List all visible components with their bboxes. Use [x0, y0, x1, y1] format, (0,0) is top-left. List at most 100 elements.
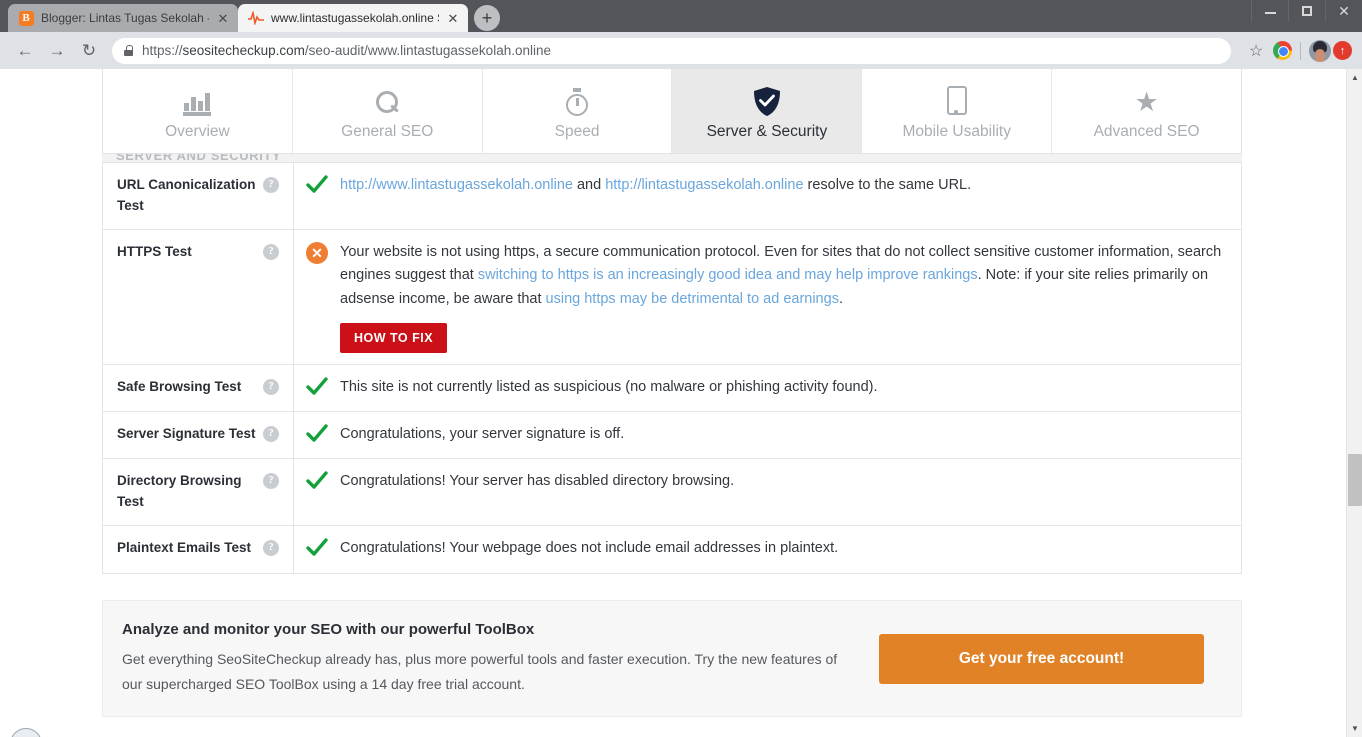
new-tab-button[interactable]: +	[474, 5, 500, 31]
back-icon[interactable]: ←	[10, 36, 40, 66]
test-message: Congratulations, your server signature i…	[340, 423, 624, 447]
test-name-cell: Safe Browsing Test ?	[103, 365, 294, 411]
test-name-label: Safe Browsing Test	[117, 377, 241, 398]
test-message: http://www.lintastugassekolah.online and…	[340, 174, 971, 198]
tab-speed-label: Speed	[555, 123, 600, 141]
test-name-label: Plaintext Emails Test	[117, 538, 251, 559]
bar-chart-icon	[182, 86, 212, 116]
close-icon[interactable]: ✕	[446, 11, 460, 25]
test-message: This site is not currently listed as sus…	[340, 376, 878, 400]
tab-server-security[interactable]: Server & Security	[672, 69, 862, 153]
promo-text-block: Analyze and monitor your SEO with our po…	[122, 621, 855, 696]
table-row: URL Canonicalization Test ? http://www.l…	[103, 163, 1241, 230]
test-name-cell: URL Canonicalization Test ?	[103, 163, 294, 229]
tab-mobile-usability[interactable]: Mobile Usability	[862, 69, 1052, 153]
test-name-cell: HTTPS Test ?	[103, 230, 294, 364]
link[interactable]: switching to https is an increasingly go…	[478, 267, 978, 283]
help-icon[interactable]: ?	[263, 244, 279, 260]
lock-icon	[124, 45, 133, 56]
table-row: Directory Browsing Test ? Congratulation…	[103, 459, 1241, 526]
link[interactable]: using https may be detrimental to ad ear…	[546, 291, 839, 307]
test-body-cell: Congratulations! Your server has disable…	[294, 459, 1241, 525]
get-free-account-button[interactable]: Get your free account!	[879, 634, 1204, 684]
tab-overview-label: Overview	[165, 123, 230, 141]
tab-mobile-usability-label: Mobile Usability	[902, 123, 1011, 141]
help-icon[interactable]: ?	[263, 473, 279, 489]
tab-server-security-label: Server & Security	[707, 123, 828, 141]
toolbox-promo: Analyze and monitor your SEO with our po…	[102, 600, 1242, 717]
window-controls: ✕	[1251, 0, 1362, 22]
help-icon[interactable]: ?	[263, 426, 279, 442]
address-bar-url: https://seositecheckup.com/seo-audit/www…	[142, 43, 551, 58]
close-window-button[interactable]: ✕	[1325, 0, 1362, 22]
scroll-down-icon[interactable]: ▼	[1347, 720, 1362, 737]
browser-tab-1-title: Blogger: Lintas Tugas Sekolah - Ty	[41, 4, 209, 32]
text: .	[839, 291, 843, 307]
reload-icon[interactable]: ↻	[74, 36, 104, 66]
tab-general-seo[interactable]: General SEO	[293, 69, 483, 153]
url-host: seositecheckup.com	[183, 43, 305, 58]
close-icon[interactable]: ✕	[216, 11, 230, 25]
seositecheckup-icon	[248, 10, 264, 26]
table-row: Plaintext Emails Test ? Congratulations!…	[103, 526, 1241, 573]
browser-toolbar: ← → ↻ https://seositecheckup.com/seo-aud…	[0, 32, 1362, 69]
link[interactable]: http://lintastugassekolah.online	[605, 177, 803, 193]
test-message: Your website is not using https, a secur…	[340, 244, 1221, 307]
test-body-cell: Congratulations, your server signature i…	[294, 412, 1241, 458]
tab-advanced-seo[interactable]: ★ Advanced SEO	[1052, 69, 1241, 153]
page-scrollbar[interactable]: ▲ ▼	[1346, 69, 1362, 737]
star-icon: ★	[1134, 86, 1158, 116]
browser-window: B Blogger: Lintas Tugas Sekolah - Ty ✕ w…	[0, 0, 1362, 737]
page-content: SERVER AND SECURITY Overview General SEO	[0, 69, 1346, 737]
tab-overview[interactable]: Overview	[103, 69, 293, 153]
test-message-block: Your website is not using https, a secur…	[340, 241, 1227, 353]
search-icon	[374, 86, 400, 116]
avatar[interactable]	[1309, 40, 1331, 62]
help-icon[interactable]: ?	[263, 379, 279, 395]
tab-general-seo-label: General SEO	[341, 123, 433, 141]
how-to-fix-button[interactable]: HOW TO FIX	[340, 323, 447, 353]
browser-titlebar: B Blogger: Lintas Tugas Sekolah - Ty ✕ w…	[0, 0, 1362, 32]
text: resolve to the same URL.	[804, 177, 972, 193]
test-name-label: URL Canonicalization Test	[117, 175, 257, 217]
test-body-cell: Congratulations! Your webpage does not i…	[294, 526, 1241, 573]
browser-tab-1[interactable]: B Blogger: Lintas Tugas Sekolah - Ty ✕	[8, 4, 238, 32]
check-icon	[306, 471, 328, 491]
test-body-cell: ✕ Your website is not using https, a sec…	[294, 230, 1241, 364]
help-icon[interactable]: ?	[263, 540, 279, 556]
test-name-label: HTTPS Test	[117, 242, 192, 263]
tab-advanced-seo-label: Advanced SEO	[1094, 123, 1200, 141]
tab-speed[interactable]: Speed	[483, 69, 673, 153]
blogger-icon: B	[18, 10, 34, 26]
chrome-logo-icon[interactable]	[1273, 41, 1292, 60]
toolbar-divider	[1300, 42, 1301, 60]
test-message: Congratulations! Your server has disable…	[340, 470, 734, 494]
text: and	[573, 177, 605, 193]
maximize-button[interactable]	[1288, 0, 1325, 22]
test-name-cell: Directory Browsing Test ?	[103, 459, 294, 525]
browser-tab-2[interactable]: www.lintastugassekolah.online SE ✕	[238, 4, 468, 32]
address-bar[interactable]: https://seositecheckup.com/seo-audit/www…	[112, 38, 1231, 64]
audit-nav-tabs: Overview General SEO Speed	[102, 69, 1242, 154]
extension-icon[interactable]: ↑	[1333, 41, 1352, 60]
check-icon	[306, 377, 328, 397]
scrollbar-thumb[interactable]	[1348, 454, 1362, 506]
minimize-button[interactable]	[1251, 0, 1288, 22]
error-icon: ✕	[306, 242, 328, 264]
test-body-cell: This site is not currently listed as sus…	[294, 365, 1241, 411]
help-icon[interactable]: ?	[263, 177, 279, 193]
table-row: Safe Browsing Test ? This site is not cu…	[103, 365, 1241, 412]
forward-icon[interactable]: →	[42, 36, 72, 66]
shield-check-icon	[754, 86, 780, 116]
link[interactable]: http://www.lintastugassekolah.online	[340, 177, 573, 193]
promo-title: Analyze and monitor your SEO with our po…	[122, 621, 855, 638]
table-row: HTTPS Test ? ✕ Your website is not using…	[103, 230, 1241, 365]
check-icon	[306, 175, 328, 195]
promo-description: Get everything SeoSiteCheckup already ha…	[122, 647, 855, 696]
test-message: Congratulations! Your webpage does not i…	[340, 537, 838, 561]
bookmark-star-icon[interactable]: ☆	[1241, 36, 1271, 66]
stopwatch-icon	[564, 86, 590, 116]
check-icon	[306, 424, 328, 444]
browser-tab-2-title: www.lintastugassekolah.online SE	[271, 4, 439, 32]
scroll-up-icon[interactable]: ▲	[1347, 69, 1362, 86]
